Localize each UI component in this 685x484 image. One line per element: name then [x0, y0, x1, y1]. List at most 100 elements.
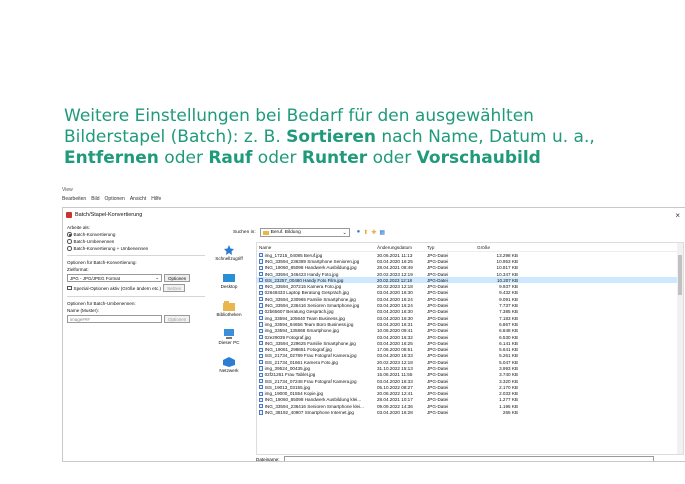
file-name: ING_33594_346423 Handy Foto.jpg: [257, 272, 377, 277]
setzen-button[interactable]: Setzen: [163, 284, 186, 292]
spezial-label: Spezial-Optionen aktiv (Größe ändern etc…: [73, 285, 162, 291]
caption-text: oder: [367, 148, 417, 168]
jpg-file-icon: [259, 309, 263, 314]
file-size: 7.385 KB: [499, 309, 518, 315]
dateiname-input[interactable]: [283, 456, 654, 461]
column-type[interactable]: Typ: [427, 245, 477, 250]
place-dieser-pc[interactable]: Dieser PC: [211, 329, 247, 345]
jpg-file-icon: [259, 372, 263, 377]
file-size: 6.141 KB: [499, 340, 518, 346]
view-menu-icon[interactable]: ▦: [379, 229, 385, 236]
file-size: 9.937 KB: [499, 284, 518, 290]
optionen-button[interactable]: Optionen: [164, 274, 191, 282]
file-name: 02b65607 Beratung Gespräch.jpg: [257, 309, 377, 314]
jpg-file-icon: [259, 404, 263, 409]
file-size: 3.740 KB: [499, 372, 518, 378]
file-size: 13.298 KB: [496, 252, 518, 258]
radio-icon[interactable]: [67, 239, 72, 244]
file-type: JPG-Datei: [427, 365, 449, 371]
radio-batch-konv-umbenennen[interactable]: Batch-Konvertierung + Umbenennen: [67, 245, 205, 252]
file-name: ISS_23257_00480 Handy Foto Film.jpg: [257, 278, 377, 283]
column-size[interactable]: Größe: [477, 245, 522, 250]
file-row[interactable]: ING_38192_40907 Smartphone Internet.jpg 0…: [257, 409, 683, 415]
file-name-text: ISS_19013_03155.jpg: [264, 384, 311, 390]
caption-keyword-entfernen: Entfernen: [64, 148, 159, 168]
file-name-text: img_39524_00435.jpg: [264, 365, 311, 371]
file-type: JPG-Datei: [427, 391, 449, 397]
jpg-file-icon: [259, 341, 263, 346]
up-folder-icon[interactable]: ⬆: [363, 229, 368, 236]
caption-text: oder: [158, 148, 209, 168]
background-menu-view: View: [62, 187, 73, 193]
file-name: ING_33594_236416 Senioren Smartphone.jpg: [257, 303, 377, 308]
file-type: JPG-Datei: [427, 284, 449, 290]
jpg-file-icon: [259, 278, 263, 283]
radio-label: Batch-Konvertierung + Umbenennen: [73, 246, 149, 251]
file-type: JPG-Datei: [427, 252, 449, 258]
file-size: 2.033 KB: [499, 391, 518, 397]
jpg-file-icon: [259, 353, 263, 358]
menu-bild[interactable]: Bild: [91, 196, 99, 202]
new-folder-icon[interactable]: ✚: [371, 229, 376, 236]
file-date: 30.06.2021 11:13: [377, 252, 413, 258]
optionen-konvertierung-label: Optionen für Batch-Konvertierung:: [67, 260, 137, 265]
file-name-text: img_33594_135868 Smartphone.jpg: [264, 328, 339, 334]
file-date: 20.02.2023 12:18: [377, 359, 413, 365]
back-icon[interactable]: ●: [357, 229, 361, 236]
menu-bearbeiten[interactable]: Bearbeiten: [62, 196, 86, 202]
place-schnellzugriff[interactable]: Schnellzugriff: [211, 245, 247, 261]
place-label: Netzwerk: [219, 368, 239, 373]
radio-icon[interactable]: [67, 232, 72, 237]
column-name[interactable]: Name: [257, 245, 377, 250]
file-name-text: ING_33594_236416 Senioren Smartphone kle…: [264, 403, 364, 409]
library-icon: [223, 301, 235, 311]
jpg-file-icon: [259, 397, 263, 403]
zielformat-row: JPG - JPG/JPEG Format ⌄ Optionen: [67, 273, 205, 283]
file-name: img_19000_01554 Kopie.jpg: [257, 391, 377, 396]
menu-ansicht[interactable]: Ansicht: [130, 196, 146, 202]
jpg-file-icon: [259, 334, 263, 340]
zielformat-select[interactable]: JPG - JPG/JPEG Format ⌄: [67, 274, 162, 282]
name-muster-input[interactable]: image###: [67, 315, 162, 323]
file-size: 3.993 KB: [499, 365, 518, 371]
file-name-text: ING_33594_236389 Smartphone Senioren.jpg: [264, 258, 360, 264]
file-date: 03.04.2020 16:24: [377, 303, 413, 309]
suchen-in-select[interactable]: Beruf. Bildung ⌄: [259, 228, 350, 237]
scrollbar-thumb[interactable]: [678, 255, 682, 295]
caption-line-1: Weitere Einstellungen bei Bedarf für den…: [64, 106, 534, 126]
radio-icon[interactable]: [67, 246, 72, 251]
menu-hilfe[interactable]: Hilfe: [151, 196, 161, 202]
file-name-text: ISS_21734_01661 Kamera Foto.jpg: [264, 359, 338, 365]
spezial-checkbox[interactable]: [67, 285, 72, 291]
jpg-file-icon: [259, 316, 263, 321]
file-date: 03.04.2020 16:33: [377, 353, 413, 359]
file-rows: img_17215_04085 Beruf.jpg 30.06.2021 11:1…: [257, 252, 683, 416]
zielformat-label: Zielformat:: [67, 267, 89, 272]
file-name-text: ING_19060_85098 Handwerk Ausbildung.jpg: [264, 265, 357, 271]
jpg-file-icon: [259, 259, 263, 264]
scrollbar[interactable]: [677, 243, 683, 454]
caption-keyword-vorschaubild: Vorschaubild: [416, 148, 541, 168]
place-desktop[interactable]: Desktop: [211, 273, 247, 289]
file-name: ISS_21734_02789 Frau Fotograf Kamera.jpg: [257, 353, 377, 358]
place-bibliotheken[interactable]: Bibliotheken: [211, 301, 247, 317]
file-name: img_33594_84656 Team Büro Business.jpg: [257, 322, 377, 327]
file-name-text: ISS_23257_00480 Handy Foto Film.jpg: [264, 277, 344, 283]
file-type: JPG-Datei: [427, 403, 449, 409]
dateiname-label: Dateiname:: [256, 457, 280, 462]
optionen-button-2[interactable]: Optionen: [164, 315, 191, 323]
caption-keyword-sortieren: Sortieren: [286, 127, 376, 147]
dateiname-row: Dateiname:: [256, 456, 654, 462]
column-date[interactable]: Änderungsdatum: [377, 245, 427, 250]
file-name: ING_33594_236416 Senioren Smartphone kle…: [257, 404, 377, 409]
file-date: 03.04.2020 16:30: [377, 290, 413, 296]
place-netzwerk[interactable]: Netzwerk: [211, 357, 247, 373]
radio-batch-umbenennen[interactable]: Batch-Umbenennen: [67, 238, 205, 245]
file-type: JPG-Datei: [427, 384, 449, 390]
radio-batch-konvertierung[interactable]: Batch-Konvertierung: [67, 231, 205, 238]
menu-optionen[interactable]: Optionen: [105, 196, 125, 202]
close-icon[interactable]: ×: [675, 211, 680, 220]
file-date: 17.06.2020 08:51: [377, 347, 413, 353]
file-name: ISS_21734_07248 Frau Fotograf Kamera.jpg: [257, 379, 377, 384]
options-pane: Arbeite als: Batch-Konvertierung Batch-U…: [67, 224, 205, 324]
